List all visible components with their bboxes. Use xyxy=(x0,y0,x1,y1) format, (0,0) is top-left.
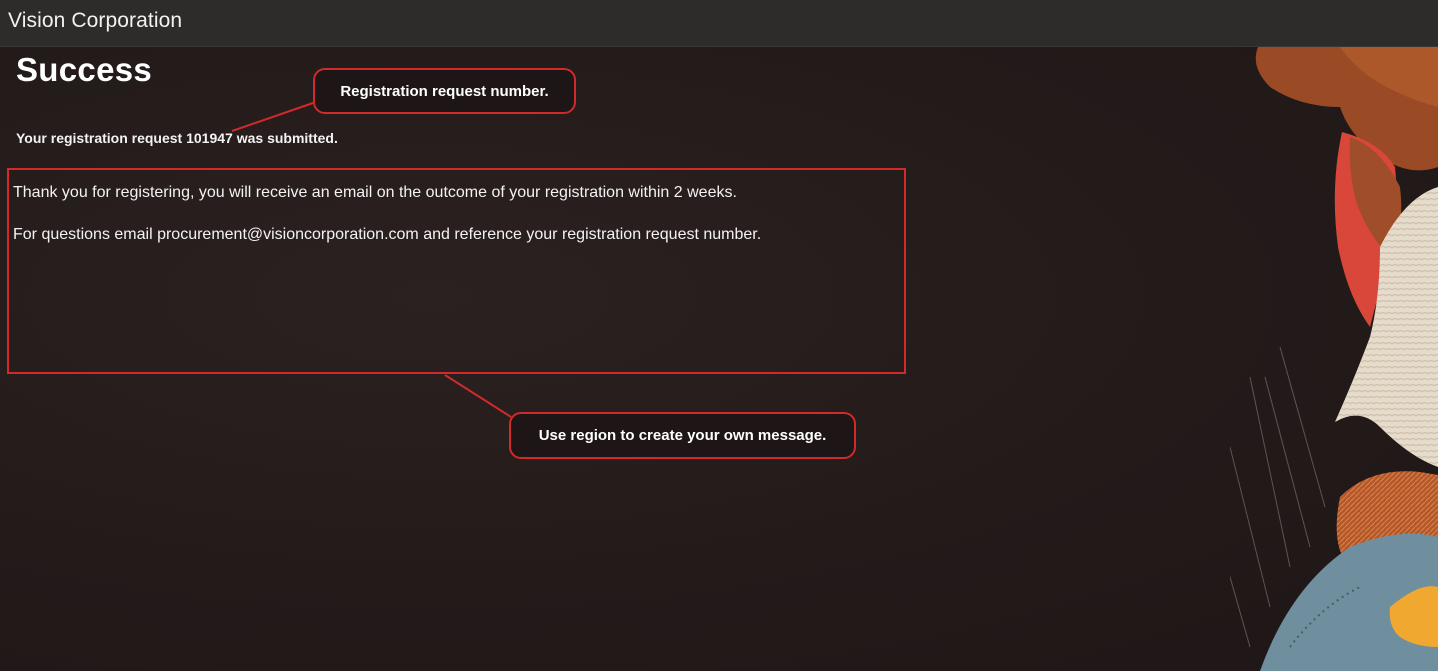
main-content: Success Your registration request 101947… xyxy=(0,47,1438,671)
company-name: Vision Corporation xyxy=(8,9,183,32)
page-title: Success xyxy=(16,51,153,88)
contact-message: For questions email procurement@visionco… xyxy=(13,226,762,243)
decorative-illustration xyxy=(1230,47,1438,671)
callout-custom-message: Use region to create your own message. xyxy=(509,412,856,459)
top-header-bar: Vision Corporation xyxy=(0,0,1438,47)
registration-confirmation-text: Your registration request 101947 was sub… xyxy=(16,130,338,146)
connector-request-number xyxy=(231,102,314,132)
callout-request-number: Registration request number. xyxy=(313,68,576,114)
custom-message-region: Thank you for registering, you will rece… xyxy=(7,168,906,374)
thank-you-message: Thank you for registering, you will rece… xyxy=(13,184,737,201)
connector-message-region xyxy=(444,374,512,418)
